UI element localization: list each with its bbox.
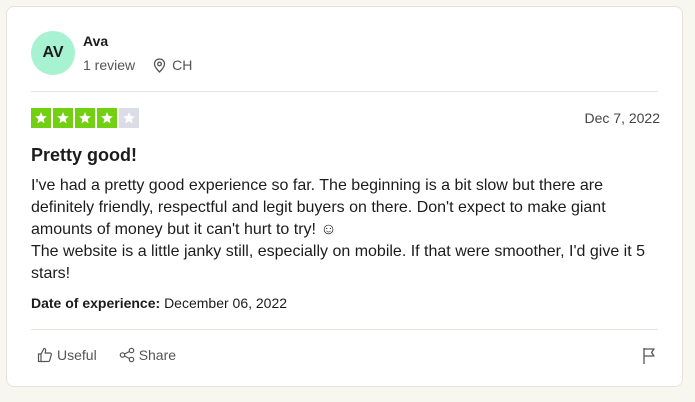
star-filled-icon	[75, 108, 95, 128]
review-date: Dec 7, 2022	[584, 110, 661, 126]
date-of-experience: Date of experience: December 06, 2022	[31, 295, 287, 311]
flag-icon	[643, 348, 655, 364]
experience-date: December 06, 2022	[164, 295, 288, 311]
share-label: Share	[138, 347, 177, 363]
experience-label: Date of experience:	[31, 295, 161, 311]
footer-divider	[31, 329, 658, 330]
report-button[interactable]	[642, 347, 656, 370]
review-title[interactable]: Pretty good!	[31, 145, 137, 166]
useful-button[interactable]: Useful	[37, 347, 97, 363]
review-text-paragraph: I've had a pretty good experience so far…	[31, 177, 606, 238]
share-icon	[119, 347, 134, 363]
star-filled-icon	[31, 108, 51, 128]
reviewer-name[interactable]: Ava	[83, 33, 108, 49]
review-text-paragraph: The website is a little janky still, esp…	[31, 243, 645, 282]
star-filled-icon	[97, 108, 117, 128]
review-count: 1 review	[83, 57, 136, 73]
reviewer-location: CH	[172, 57, 193, 73]
star-filled-icon	[53, 108, 73, 128]
header-divider	[31, 91, 658, 92]
star-rating	[31, 108, 139, 128]
share-button[interactable]: Share	[119, 347, 176, 363]
location-pin-icon	[153, 57, 166, 73]
review-card: AV Ava 1 review CH Dec 7, 2022 Pretty go…	[6, 6, 683, 387]
thumbs-up-icon	[37, 347, 52, 363]
star-empty-icon	[119, 108, 139, 128]
reviewer-meta: 1 review CH	[83, 57, 192, 73]
useful-label: Useful	[57, 347, 97, 363]
avatar[interactable]: AV	[31, 31, 75, 75]
review-body: I've had a pretty good experience so far…	[31, 175, 661, 285]
review-actions: Useful Share	[37, 347, 176, 363]
